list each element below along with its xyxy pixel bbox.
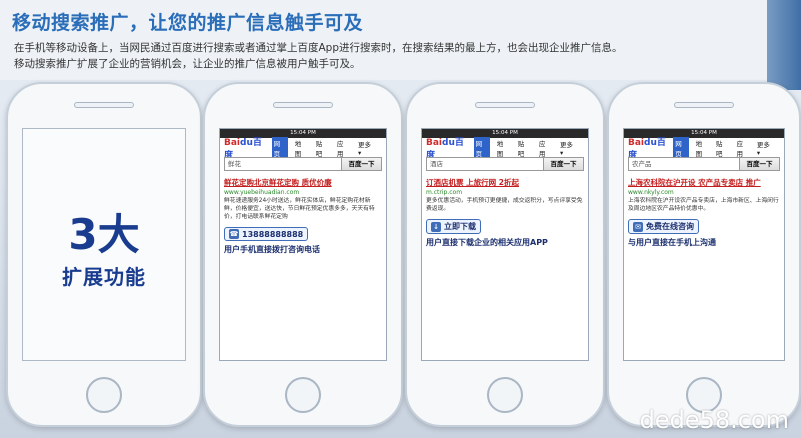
phone-screen: 15:04 PM Baidu百度 网页 地图 贴吧 应用 更多 ▾ 酒店 百度一…: [421, 128, 589, 361]
search-input[interactable]: 农产品: [628, 157, 740, 171]
search-button[interactable]: 百度一下: [740, 157, 780, 171]
intro-text: 在手机等移动设备上，当网民通过百度进行搜索或者通过掌上百度App进行搜索时，在搜…: [14, 40, 714, 72]
phone-screen: 15:04 PM Baidu百度 网页 地图 贴吧 应用 更多 ▾ 农产品 百度…: [623, 128, 785, 361]
result-url: www.yuebeihuadian.com: [224, 189, 300, 196]
baidu-header: Baidu百度 网页 地图 贴吧 应用 更多 ▾: [624, 136, 784, 161]
phone-chat: 15:04 PM Baidu百度 网页 地图 贴吧 应用 更多 ▾ 农产品 百度…: [607, 82, 801, 427]
phone-icon: ☎: [229, 229, 239, 239]
home-button: [487, 377, 523, 413]
headline: 移动搜索推广，让您的推广信息触手可及: [12, 12, 364, 34]
chat-icon: ✉: [633, 221, 643, 232]
tab-more[interactable]: 更多 ▾: [558, 138, 579, 158]
search-row: 鲜花 百度一下: [224, 157, 382, 171]
result-url: m.ctrip.com: [426, 189, 463, 196]
search-input[interactable]: 鲜花: [224, 157, 342, 171]
download-button-label: 立即下载: [444, 222, 476, 231]
chat-button[interactable]: ✉ 免费在线咨询: [628, 219, 699, 234]
search-row: 农产品 百度一下: [628, 157, 780, 171]
tab-web[interactable]: 网页: [673, 136, 689, 159]
result-item: 订酒店机票 上旅行网 2折起 m.ctrip.com 更多优惠活动，手机预订更便…: [426, 177, 584, 213]
feature-caption: 用户手机直接拨打咨询电话: [224, 245, 320, 254]
phone-screen: 15:04 PM Baidu百度 网页 地图 贴吧 应用 更多 ▾ 鲜花 百度一…: [219, 128, 387, 361]
search-button[interactable]: 百度一下: [342, 157, 382, 171]
result-title[interactable]: 鲜花定购北京鲜花定购 质优价廉: [224, 177, 382, 188]
tab-more[interactable]: 更多 ▾: [755, 138, 775, 158]
result-url: www.nkyly.com: [628, 189, 674, 196]
speaker-icon: [674, 102, 734, 108]
feature-screen: 3大 扩展功能: [22, 128, 186, 361]
intro-line-1: 在手机等移动设备上，当网民通过百度进行搜索或者通过掌上百度App进行搜索时，在搜…: [14, 42, 623, 54]
speaker-icon: [475, 102, 535, 108]
tab-map[interactable]: 地图: [293, 137, 309, 159]
tab-tieba[interactable]: 贴吧: [516, 137, 532, 159]
intro-line-2: 移动搜索推广扩展了企业的营销机会，让企业的推广信息被用户触手可及。: [14, 58, 361, 70]
search-button[interactable]: 百度一下: [544, 157, 584, 171]
search-row: 酒店 百度一下: [426, 157, 584, 171]
result-item: 上海农科院在沪开设 农产品专卖店 推广 www.nkyly.com 上海农科院在…: [628, 177, 780, 213]
result-desc: 鲜花速递服务24小时送达，鲜花实体店，鲜花定购花材新鲜，价格便宜，送达快，节日鲜…: [224, 198, 375, 220]
result-item: 鲜花定购北京鲜花定购 质优价廉 www.yuebeihuadian.com 鲜花…: [224, 177, 382, 221]
search-input[interactable]: 酒店: [426, 157, 544, 171]
tab-tieba[interactable]: 贴吧: [714, 137, 729, 159]
result-title[interactable]: 订酒店机票 上旅行网 2折起: [426, 177, 584, 188]
download-icon: ↓: [431, 221, 441, 232]
speaker-icon: [273, 102, 333, 108]
tab-map[interactable]: 地图: [495, 137, 511, 159]
tab-map[interactable]: 地图: [694, 137, 709, 159]
home-button: [86, 377, 122, 413]
result-desc: 更多优惠活动，手机预订更便捷，成交返积分，写点评享受免费返现。: [426, 198, 583, 212]
tab-tieba[interactable]: 贴吧: [314, 137, 330, 159]
tab-web[interactable]: 网页: [473, 136, 490, 159]
phone-feature: 3大 扩展功能: [6, 82, 202, 427]
brochure-edge: [767, 0, 801, 90]
home-button: [285, 377, 321, 413]
baidu-header: Baidu百度 网页 地图 贴吧 应用 更多 ▾: [220, 136, 386, 161]
feature-label: 扩展功能: [62, 265, 146, 289]
chat-button-label: 免费在线咨询: [646, 222, 694, 231]
result-desc: 上海农科院在沪开设农产品专卖店，上海市新区、上海闵行及周边地区农产品特价优惠中。: [628, 198, 779, 212]
tab-apps[interactable]: 应用: [537, 137, 553, 159]
tab-apps[interactable]: 应用: [335, 137, 351, 159]
phone-call: 15:04 PM Baidu百度 网页 地图 贴吧 应用 更多 ▾ 鲜花 百度一…: [203, 82, 403, 427]
baidu-header: Baidu百度 网页 地图 贴吧 应用 更多 ▾: [422, 136, 588, 161]
feature-caption: 与用户直接在手机上沟通: [628, 238, 716, 247]
download-button[interactable]: ↓ 立即下载: [426, 219, 481, 234]
feature-count: 3大: [68, 210, 140, 259]
call-button-label: 13888888888: [242, 229, 304, 239]
feature-caption: 用户直接下载企业的相关应用APP: [426, 238, 548, 247]
call-button[interactable]: ☎ 13888888888: [224, 227, 309, 241]
tab-web[interactable]: 网页: [271, 136, 288, 159]
watermark: dede58.com: [639, 406, 789, 434]
tab-apps[interactable]: 应用: [734, 137, 749, 159]
result-title[interactable]: 上海农科院在沪开设 农产品专卖店 推广: [628, 177, 780, 188]
speaker-icon: [74, 102, 134, 108]
phone-download: 15:04 PM Baidu百度 网页 地图 贴吧 应用 更多 ▾ 酒店 百度一…: [405, 82, 605, 427]
tab-more[interactable]: 更多 ▾: [356, 138, 377, 158]
